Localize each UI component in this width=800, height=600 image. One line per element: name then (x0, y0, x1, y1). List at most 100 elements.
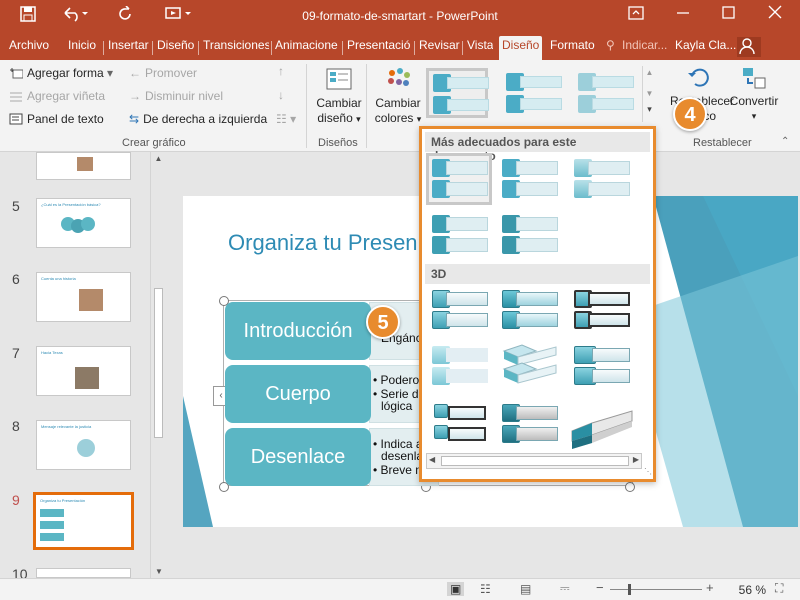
style-thumb-2[interactable] (502, 70, 564, 120)
share-icon[interactable] (737, 37, 761, 57)
agregar-vineta-button[interactable]: Agregar viñeta (9, 89, 105, 103)
tab-revisar[interactable]: Revisar (419, 38, 460, 52)
panel-de-texto-label: Panel de texto (27, 112, 104, 126)
scroll-thumb[interactable] (441, 456, 629, 466)
style-thumb-plain[interactable] (426, 68, 489, 118)
zoom-level[interactable]: 56 % (739, 583, 766, 597)
slide-thumb-7[interactable]: Hacia Texas (36, 346, 131, 396)
gallery-more-icon[interactable]: ▾ (643, 104, 656, 115)
style-intense-effect[interactable] (496, 212, 562, 264)
gallery-up-icon[interactable]: ▲ (643, 68, 656, 77)
tab-archivo[interactable]: Archivo (9, 38, 49, 52)
style-thumb-3[interactable] (574, 70, 636, 120)
scroll-left-icon[interactable]: ◀ (429, 455, 435, 464)
zoom-slider-thumb[interactable] (628, 584, 631, 595)
scroll-thumb[interactable] (154, 288, 163, 438)
style-subtle-effect[interactable] (568, 156, 634, 208)
bullet-text[interactable]: • Podero (373, 374, 419, 386)
normal-view-icon[interactable]: ▣ (447, 582, 465, 596)
smartart-box-cuerpo[interactable]: Cuerpo (225, 365, 371, 423)
slideshow-icon[interactable]: ⎓ (560, 581, 570, 596)
close-icon[interactable] (768, 5, 782, 23)
slide-title[interactable]: Organiza tu Presen (228, 230, 418, 256)
convertir-button[interactable]: Convertir ▾ (728, 64, 780, 124)
zoom-slider[interactable] (610, 589, 702, 590)
tab-presentacion[interactable]: Presentació (347, 38, 411, 52)
ribbon-display-icon[interactable] (628, 5, 644, 25)
resize-grip-icon[interactable]: ⋱ (644, 467, 652, 476)
gallery-horizontal-scrollbar[interactable]: ◀ ▶ (426, 453, 642, 469)
panel-de-texto-button[interactable]: Panel de texto (9, 112, 104, 126)
move-up-icon[interactable]: ↑ (278, 64, 284, 78)
style-3d-powder[interactable] (426, 343, 492, 395)
bullet-text[interactable]: desenla (381, 450, 423, 462)
style-3d-flat-scene[interactable] (568, 343, 634, 395)
collapse-ribbon-icon[interactable]: ⌃ (781, 136, 789, 147)
derecha-izquierda-button[interactable]: ⇆ De derecha a izquierda (129, 112, 267, 126)
style-3d-sunset[interactable] (496, 401, 562, 453)
right-to-left-icon: ⇆ (129, 112, 140, 126)
convert-icon (728, 64, 780, 94)
style-3d-polished[interactable] (426, 287, 492, 339)
tab-insertar[interactable]: Insertar (108, 38, 149, 52)
slide-thumb-8[interactable]: Mensaje relevante la justicia (36, 420, 131, 470)
resize-handle[interactable] (625, 482, 635, 492)
thumb-box (40, 509, 64, 517)
reset-graphic-icon (670, 64, 726, 94)
tab-animaciones[interactable]: Animaciones (275, 38, 338, 52)
slide-thumb-10[interactable] (36, 568, 131, 578)
slide-thumb-9-active[interactable]: Organiza tu Presentación (33, 492, 134, 550)
layout-icon[interactable]: ☷ ▾ (276, 112, 296, 126)
slide-thumb-4[interactable] (36, 152, 131, 180)
promover-button[interactable]: ← Promover (129, 66, 197, 80)
tab-separator (103, 41, 104, 55)
convertir-label: Convertir (729, 94, 779, 108)
tab-smartart-diseno[interactable]: Diseño (499, 36, 543, 60)
fit-slide-icon[interactable]: ⛶ (775, 581, 783, 596)
disminuir-nivel-button[interactable]: → Disminuir nivel (129, 89, 223, 103)
thumbnails-scrollbar[interactable]: ▲ ▼ (150, 152, 166, 578)
reading-view-icon[interactable]: ▤ (520, 582, 531, 596)
tab-diseno[interactable]: Diseño (157, 38, 194, 52)
style-3d-bird-eye[interactable] (568, 401, 634, 453)
tell-me-search[interactable]: Indicar... (622, 38, 667, 52)
style-simple-fill[interactable] (426, 153, 492, 205)
tell-me-icon[interactable]: ⚲ (606, 38, 615, 52)
scroll-up-icon[interactable]: ▲ (151, 154, 166, 163)
thumb-circle (81, 217, 95, 231)
promover-label: Promover (145, 66, 198, 80)
slide-thumb-6[interactable]: Cuenta una historia (36, 272, 131, 322)
slide-sorter-icon[interactable]: ☷ (480, 582, 491, 596)
cambiar-colores-button[interactable]: Cambiar colores ▾ (372, 66, 424, 127)
tab-transiciones[interactable]: Transiciones (203, 38, 269, 52)
style-3d-cartoon[interactable] (568, 287, 634, 339)
slide-thumb-5[interactable]: ¿Cuál es la Presentación básica? (36, 198, 131, 248)
cambiar-diseno-button[interactable]: Cambiar diseño ▾ (312, 66, 366, 127)
user-name[interactable]: Kayla Cla... (675, 38, 736, 52)
style-3d-brick-scene[interactable] (496, 341, 562, 393)
minimize-icon[interactable] (676, 5, 690, 23)
bullet-text[interactable]: • Breve n (373, 464, 422, 476)
tab-separator (462, 41, 463, 55)
tab-vista[interactable]: Vista (467, 38, 493, 52)
maximize-icon[interactable] (722, 5, 736, 23)
smartart-styles-dropdown[interactable]: Más adecuados para este documento 3D (419, 126, 656, 482)
bullet-text[interactable]: lógica (381, 400, 412, 412)
agregar-forma-button[interactable]: Agregar forma ▾ (9, 66, 113, 80)
style-white-outline[interactable] (496, 156, 562, 208)
gallery-down-icon[interactable]: ▼ (643, 89, 656, 98)
style-3d-metallic[interactable] (426, 401, 492, 453)
tab-formato[interactable]: Formato (550, 38, 595, 52)
scroll-down-icon[interactable]: ▼ (151, 567, 167, 576)
scroll-right-icon[interactable]: ▶ (633, 455, 639, 464)
zoom-out-icon[interactable]: − (596, 580, 604, 595)
style-3d-inset[interactable] (496, 287, 562, 339)
tab-inicio[interactable]: Inicio (68, 38, 96, 52)
smartart-box-introduccion[interactable]: Introducción (225, 302, 371, 360)
thumb-caption: ¿Cuál es la Presentación básica? (41, 202, 101, 207)
move-down-icon[interactable]: ↓ (278, 88, 284, 102)
smartart-box-desenlace[interactable]: Desenlace (225, 428, 371, 486)
style-moderate-effect[interactable] (426, 212, 492, 264)
demote-arrow-icon: → (129, 89, 141, 103)
zoom-in-icon[interactable]: + (706, 580, 714, 595)
